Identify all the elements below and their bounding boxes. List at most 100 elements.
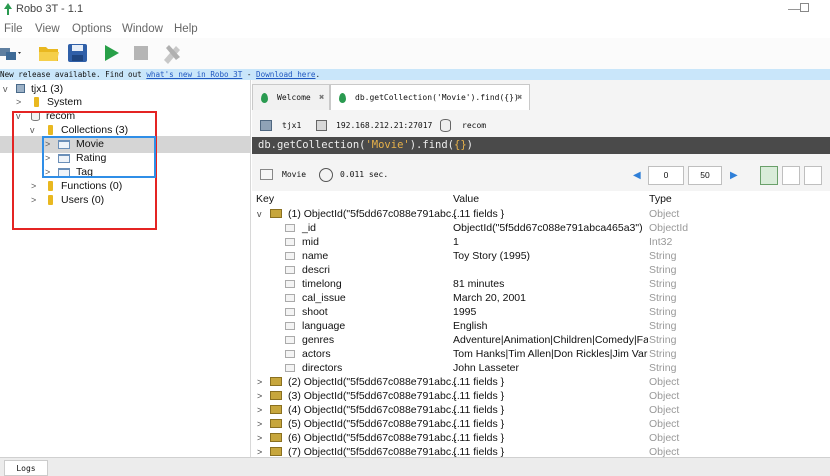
tab-query[interactable]: db.getCollection('Movie').find({}) ✖ bbox=[330, 84, 530, 110]
close-icon[interactable]: ✖ bbox=[517, 85, 522, 111]
chevron-right-icon[interactable]: > bbox=[45, 152, 50, 165]
cell-key: _id bbox=[302, 222, 317, 234]
menu-file[interactable]: File bbox=[4, 23, 23, 35]
field-row[interactable]: descri String bbox=[252, 263, 830, 277]
tools-icon[interactable] bbox=[160, 42, 184, 67]
chevron-right-icon[interactable]: > bbox=[257, 375, 262, 389]
field-row[interactable]: _id ObjectId("5f5dd67c088e791abca465a3") O… bbox=[252, 221, 830, 235]
cell-value: Toy Story (1995) bbox=[453, 250, 531, 262]
column-header-key[interactable]: Key bbox=[256, 193, 274, 205]
close-icon[interactable]: ✖ bbox=[319, 85, 324, 111]
download-link[interactable]: Download here bbox=[256, 70, 315, 79]
maximize-icon[interactable] bbox=[800, 3, 809, 12]
tree-collection-movie[interactable]: > Movie bbox=[0, 138, 250, 151]
chevron-right-icon[interactable]: > bbox=[257, 417, 262, 431]
document-row[interactable]: > (5) ObjectId("5f5dd67c088e791abc...{ 11… bbox=[252, 417, 830, 431]
chevron-right-icon[interactable]: > bbox=[45, 166, 50, 179]
server-icon bbox=[16, 84, 25, 93]
cell-key: (5) ObjectId("5f5dd67c088e791abc... bbox=[288, 418, 460, 430]
menu-window[interactable]: Window bbox=[122, 23, 163, 35]
field-row[interactable]: cal_issue March 20, 2001 String bbox=[252, 291, 830, 305]
whats-new-link[interactable]: what's new in Robo 3T bbox=[146, 70, 242, 79]
execute-icon[interactable] bbox=[104, 44, 120, 65]
tree-collection-rating[interactable]: > Rating bbox=[0, 152, 250, 165]
logs-tab[interactable]: Logs bbox=[4, 460, 48, 476]
stop-icon[interactable] bbox=[134, 46, 148, 63]
chevron-right-icon[interactable]: > bbox=[16, 96, 21, 109]
field-row[interactable]: mid 1 Int32 bbox=[252, 235, 830, 249]
chevron-right-icon[interactable]: > bbox=[31, 180, 36, 193]
tree-collections[interactable]: v Collections (3) bbox=[0, 124, 250, 137]
chevron-right-icon[interactable]: > bbox=[45, 138, 50, 151]
field-type-icon bbox=[285, 280, 295, 288]
connect-icon[interactable] bbox=[0, 44, 22, 67]
chevron-right-icon[interactable]: > bbox=[257, 431, 262, 445]
chevron-down-icon[interactable]: v bbox=[30, 124, 35, 137]
tree-label: recom bbox=[46, 110, 76, 122]
tree-collection-tag[interactable]: > Tag bbox=[0, 166, 250, 179]
document-row[interactable]: > (4) ObjectId("5f5dd67c088e791abc...{ 11… bbox=[252, 403, 830, 417]
field-type-icon bbox=[285, 266, 295, 274]
previous-page-icon[interactable]: ◀ bbox=[633, 170, 641, 181]
cell-key: mid bbox=[302, 236, 319, 248]
chevron-down-icon[interactable]: v bbox=[257, 207, 262, 221]
field-row[interactable]: name Toy Story (1995) String bbox=[252, 249, 830, 263]
column-header-value[interactable]: Value bbox=[453, 193, 479, 205]
result-time: 0.011 sec. bbox=[340, 170, 389, 179]
field-row[interactable]: actors Tom Hanks|Tim Allen|Don Rickles|Ji… bbox=[252, 347, 830, 361]
skip-input[interactable]: 0 bbox=[648, 166, 684, 185]
text-view-icon[interactable] bbox=[804, 166, 822, 185]
chevron-right-icon[interactable]: > bbox=[31, 194, 36, 207]
database-icon bbox=[440, 119, 451, 132]
cell-value: 1 bbox=[453, 236, 459, 248]
document-icon bbox=[270, 405, 282, 414]
cell-key: actors bbox=[302, 348, 331, 360]
field-row[interactable]: directors John Lasseter String bbox=[252, 361, 830, 375]
field-row[interactable]: shoot 1995 String bbox=[252, 305, 830, 319]
field-type-icon bbox=[285, 322, 295, 330]
document-row[interactable]: > (6) ObjectId("5f5dd67c088e791abc...{ 11… bbox=[252, 431, 830, 445]
cell-key: directors bbox=[302, 362, 343, 374]
tree-functions[interactable]: > Functions (0) bbox=[0, 180, 250, 193]
tree-db-recom[interactable]: v recom bbox=[0, 110, 250, 123]
field-row[interactable]: timelong 81 minutes String bbox=[252, 277, 830, 291]
tree-users[interactable]: > Users (0) bbox=[0, 194, 250, 207]
column-header-type[interactable]: Type bbox=[649, 193, 672, 205]
field-row[interactable]: genres Adventure|Animation|Children|Comed… bbox=[252, 333, 830, 347]
document-row[interactable]: v (1) ObjectId("5f5dd67c088e791abc...{ 11… bbox=[252, 207, 830, 221]
cell-key: (2) ObjectId("5f5dd67c088e791abc... bbox=[288, 376, 460, 388]
tree-server[interactable]: v tjx1 (3) bbox=[0, 83, 250, 96]
next-page-icon[interactable]: ▶ bbox=[730, 170, 738, 181]
document-row[interactable]: > (3) ObjectId("5f5dd67c088e791abc...{ 11… bbox=[252, 389, 830, 403]
field-row[interactable]: language English String bbox=[252, 319, 830, 333]
folder-icon bbox=[48, 181, 53, 191]
cell-key: (3) ObjectId("5f5dd67c088e791abc... bbox=[288, 390, 460, 402]
document-icon bbox=[270, 209, 282, 218]
save-icon[interactable] bbox=[67, 43, 89, 66]
tree-view-icon[interactable] bbox=[760, 166, 778, 185]
chevron-down-icon[interactable]: v bbox=[16, 110, 21, 123]
open-folder-icon[interactable] bbox=[38, 43, 60, 66]
menu-options[interactable]: Options bbox=[72, 23, 112, 35]
chevron-right-icon[interactable]: > bbox=[257, 403, 262, 417]
limit-input[interactable]: 50 bbox=[688, 166, 722, 185]
banner-end: . bbox=[315, 70, 321, 79]
tab-welcome[interactable]: Welcome ✖ bbox=[252, 84, 330, 110]
collection-icon bbox=[58, 168, 70, 177]
chevron-down-icon[interactable]: v bbox=[3, 83, 8, 96]
table-view-icon[interactable] bbox=[782, 166, 800, 185]
cell-type: Object bbox=[649, 404, 680, 416]
cell-value: { 11 fields } bbox=[453, 208, 505, 220]
host-icon bbox=[316, 120, 327, 131]
chevron-right-icon[interactable]: > bbox=[257, 389, 262, 403]
query-end: ) bbox=[466, 139, 473, 151]
tree-system[interactable]: > System bbox=[0, 96, 250, 109]
menu-help[interactable]: Help bbox=[174, 23, 198, 35]
server-icon bbox=[260, 120, 272, 131]
cell-key: (4) ObjectId("5f5dd67c088e791abc... bbox=[288, 404, 460, 416]
document-row[interactable]: > (2) ObjectId("5f5dd67c088e791abc...{ 11… bbox=[252, 375, 830, 389]
menu-view[interactable]: View bbox=[35, 23, 60, 35]
cell-value: John Lasseter bbox=[453, 362, 519, 374]
query-editor[interactable]: db.getCollection('Movie').find({}) bbox=[252, 137, 830, 154]
tab-bar: Welcome ✖ db.getCollection('Movie').find… bbox=[252, 84, 830, 110]
